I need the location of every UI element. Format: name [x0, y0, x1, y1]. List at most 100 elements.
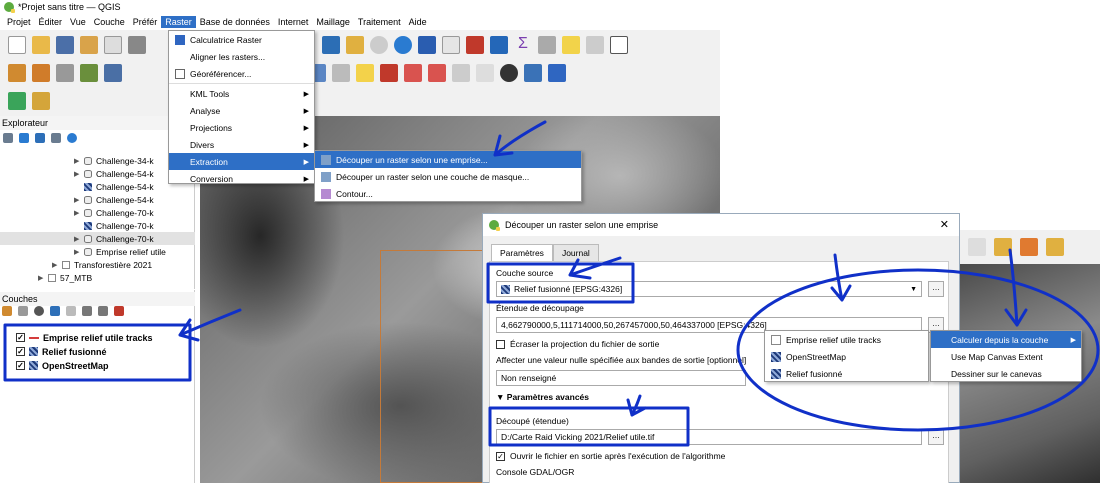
- filter-icon[interactable]: [35, 133, 45, 143]
- temporal-icon[interactable]: [370, 36, 388, 54]
- tree-item[interactable]: ▶ Challenge-70-k: [0, 206, 195, 219]
- menu-internet[interactable]: Internet: [274, 16, 313, 28]
- remove-layer-icon[interactable]: [114, 306, 124, 316]
- menu-item-layer[interactable]: OpenStreetMap: [765, 348, 928, 365]
- override-projection-checkbox[interactable]: Écraser la projection du fichier de sort…: [496, 339, 659, 349]
- menu-vue[interactable]: Vue: [66, 16, 90, 28]
- filter-legend-icon[interactable]: [66, 306, 76, 316]
- menu-item-extraction[interactable]: Extraction ▶: [169, 153, 314, 170]
- tree-item[interactable]: ▶ Challenge-70-k: [0, 232, 195, 245]
- open-project-icon[interactable]: [32, 36, 50, 54]
- print-layout-icon[interactable]: [104, 36, 122, 54]
- plugin-icon[interactable]: [500, 64, 518, 82]
- menu-editer[interactable]: Éditer: [35, 16, 67, 28]
- menu-item-clip-by-mask[interactable]: Découper un raster selon une couche de m…: [315, 168, 581, 185]
- menu-item-aligner[interactable]: Aligner les rasters...: [169, 48, 314, 65]
- menu-item-calc-from-layer[interactable]: Calculer depuis la couche ▶: [931, 331, 1081, 348]
- style-manager-icon[interactable]: [128, 36, 146, 54]
- tree-item[interactable]: Challenge-70-k: [0, 219, 195, 232]
- menu-item-divers[interactable]: Divers ▶: [169, 136, 314, 153]
- new-project-icon[interactable]: [8, 36, 26, 54]
- layer-item-emprise[interactable]: ✓ Emprise relief utile tracks: [16, 331, 153, 344]
- label-rotate-icon[interactable]: [452, 64, 470, 82]
- select-by-rect-icon[interactable]: [994, 238, 1012, 256]
- menu-maillage[interactable]: Maillage: [312, 16, 354, 28]
- layer-checkbox[interactable]: ✓: [16, 333, 25, 342]
- refresh-icon[interactable]: [394, 36, 412, 54]
- settings-gear-icon[interactable]: [490, 36, 508, 54]
- tree-item[interactable]: ▶ Emprise relief utile: [0, 245, 195, 258]
- label-move-icon[interactable]: [428, 64, 446, 82]
- node-tool-icon[interactable]: [104, 64, 122, 82]
- sum-icon[interactable]: Σ: [514, 36, 532, 54]
- deselect-icon[interactable]: [1046, 238, 1064, 256]
- menu-item-map-canvas-extent[interactable]: Use Map Canvas Extent: [931, 348, 1081, 365]
- refresh-icon[interactable]: [19, 133, 29, 143]
- menu-item-layer[interactable]: Relief fusionné: [765, 365, 928, 382]
- info-icon[interactable]: [67, 133, 77, 143]
- search-plugin-icon[interactable]: [8, 92, 26, 110]
- wizard-icon[interactable]: [32, 92, 50, 110]
- menu-traitement[interactable]: Traitement: [354, 16, 405, 28]
- save-as-icon[interactable]: [80, 36, 98, 54]
- tab-journal[interactable]: Journal: [552, 244, 599, 261]
- menu-item-analyse[interactable]: Analyse ▶: [169, 102, 314, 119]
- menu-preferences[interactable]: Préfér: [129, 16, 162, 28]
- menu-item-conversion[interactable]: Conversion ▶: [169, 170, 314, 187]
- select-icon[interactable]: [968, 238, 986, 256]
- menu-item-georeferencer[interactable]: Géoréférencer...: [169, 65, 314, 82]
- menu-item-kml-tools[interactable]: KML Tools ▶: [169, 85, 314, 102]
- tree-item[interactable]: Challenge-54-k: [0, 180, 195, 193]
- attribute-table-icon[interactable]: [442, 36, 460, 54]
- edit-layer-icon[interactable]: [8, 64, 26, 82]
- digitize-icon[interactable]: [80, 64, 98, 82]
- identify-icon[interactable]: [418, 36, 436, 54]
- layer-checkbox[interactable]: ✓: [16, 347, 25, 356]
- select-expression-icon[interactable]: [1020, 238, 1038, 256]
- style-icon[interactable]: [2, 306, 12, 316]
- kml-icon[interactable]: [548, 64, 566, 82]
- new-bookmark-icon[interactable]: [346, 36, 364, 54]
- close-icon[interactable]: ✕: [940, 218, 949, 231]
- save-project-icon[interactable]: [56, 36, 74, 54]
- layer-checkbox[interactable]: ✓: [16, 361, 25, 370]
- zoom-layer-icon[interactable]: [322, 36, 340, 54]
- menu-raster[interactable]: Raster: [161, 16, 196, 28]
- collapse-all-icon[interactable]: [98, 306, 108, 316]
- label-icon[interactable]: [356, 64, 374, 82]
- python-icon[interactable]: [524, 64, 542, 82]
- tree-item[interactable]: ▶ Challenge-54-k: [0, 193, 195, 206]
- label-pin-icon[interactable]: [380, 64, 398, 82]
- annotation-icon[interactable]: [562, 36, 580, 54]
- measure-icon[interactable]: [538, 36, 556, 54]
- expand-all-icon[interactable]: [82, 306, 92, 316]
- collapse-icon[interactable]: [51, 133, 61, 143]
- add-feature-icon[interactable]: [56, 64, 74, 82]
- menu-couche[interactable]: Couche: [90, 16, 129, 28]
- menu-base-de-donnees[interactable]: Base de données: [196, 16, 274, 28]
- tab-parametres[interactable]: Paramètres: [491, 244, 553, 261]
- filter-icon[interactable]: [50, 306, 60, 316]
- statistics-icon[interactable]: [466, 36, 484, 54]
- menu-item-contour[interactable]: Contour...: [315, 185, 581, 202]
- tree-item[interactable]: ▶ Challenge-34-k: [0, 154, 195, 167]
- advanced-section[interactable]: ▼ Paramètres avancés: [496, 392, 589, 402]
- source-browse-button[interactable]: …: [928, 281, 944, 297]
- add-group-icon[interactable]: [18, 306, 28, 316]
- menu-item-draw-on-canvas[interactable]: Dessiner sur le canevas: [931, 365, 1081, 382]
- label-change-icon[interactable]: [476, 64, 494, 82]
- text-annotation-icon[interactable]: [610, 36, 628, 54]
- redo-icon[interactable]: [332, 64, 350, 82]
- label-style-icon[interactable]: [404, 64, 422, 82]
- save-edits-icon[interactable]: [32, 64, 50, 82]
- output-file-field[interactable]: D:/Carte Raid Vicking 2021/Relief utile.…: [496, 429, 922, 445]
- tree-item[interactable]: ▶ 57_MTB: [0, 271, 195, 284]
- open-output-checkbox[interactable]: ✓ Ouvrir le fichier en sortie après l'exé…: [496, 451, 725, 461]
- layer-item-relief[interactable]: ✓ Relief fusionné: [16, 345, 107, 358]
- output-browse-button[interactable]: …: [928, 429, 944, 445]
- add-layer-icon[interactable]: [3, 133, 13, 143]
- nodata-field[interactable]: Non renseigné: [496, 370, 746, 386]
- menu-aide[interactable]: Aide: [405, 16, 431, 28]
- visibility-icon[interactable]: [34, 306, 44, 316]
- zoom-icon[interactable]: [586, 36, 604, 54]
